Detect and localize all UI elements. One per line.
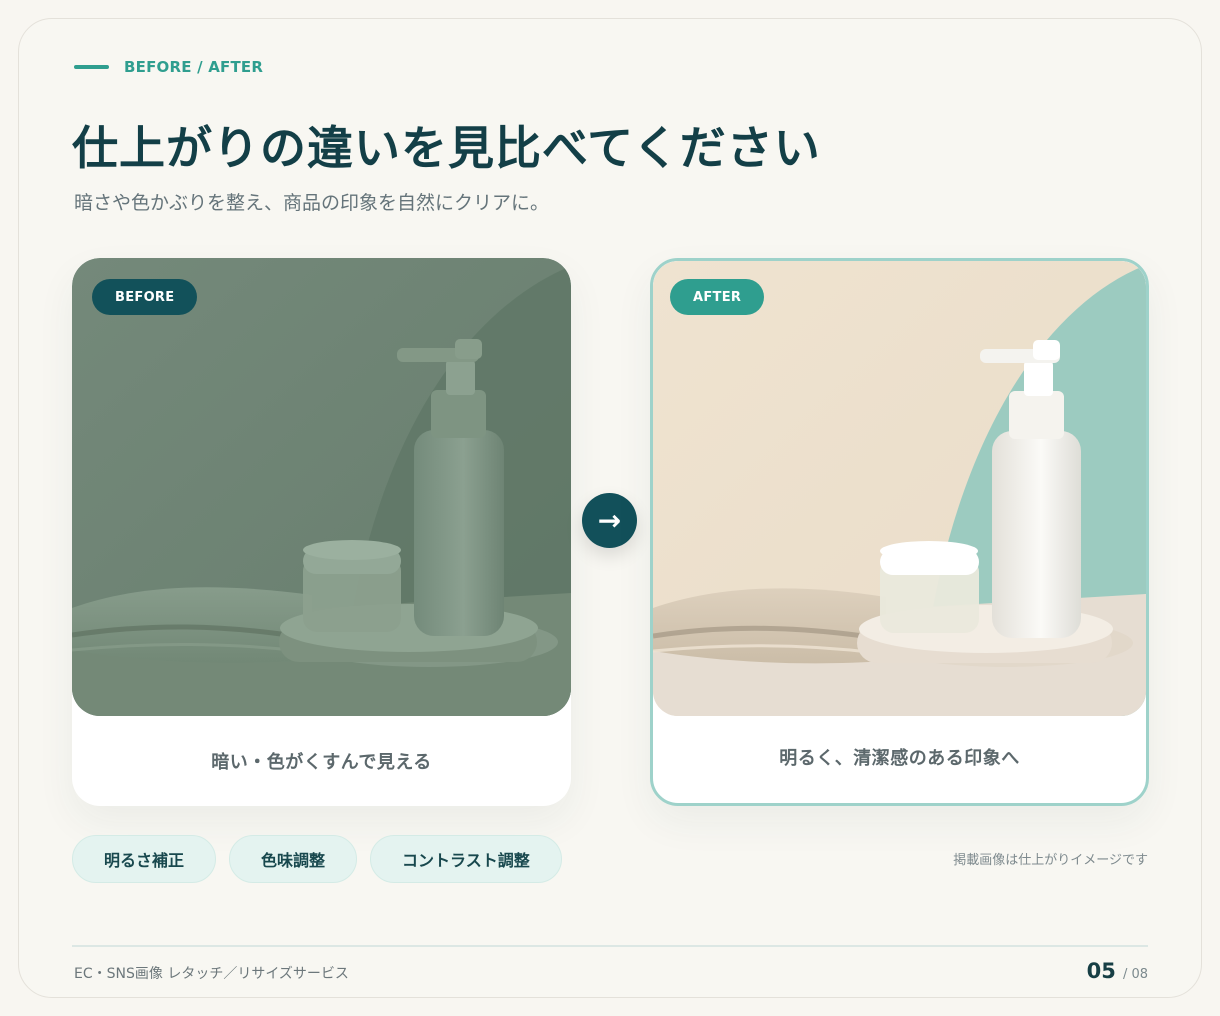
eyebrow-accent-line: [74, 65, 109, 69]
arrow-right-button[interactable]: →: [582, 493, 637, 548]
before-caption: 暗い・色がくすんで見える: [211, 752, 432, 773]
adjustment-chips: 明るさ補正 色味調整 コントラスト調整: [72, 835, 562, 883]
after-product-illustration: [653, 261, 1146, 716]
page-title: 仕上がりの違いを見比べてください: [72, 121, 821, 175]
after-panel: AFTER 明るく、清潔感のある印象へ: [650, 258, 1149, 806]
before-image: [72, 258, 571, 716]
chip-contrast-adjustment[interactable]: コントラスト調整: [370, 835, 562, 883]
after-badge: AFTER: [670, 279, 765, 315]
after-image: [653, 261, 1146, 716]
footer-divider: [72, 945, 1148, 947]
eyebrow: BEFORE / AFTER: [74, 58, 263, 76]
chip-color-adjustment[interactable]: 色味調整: [229, 835, 358, 883]
page-current-number: 05: [1086, 959, 1116, 983]
image-note: 掲載画像は仕上がりイメージです: [953, 853, 1148, 868]
after-caption: 明るく、清潔感のある印象へ: [779, 748, 1020, 769]
page-subtitle: 暗さや色かぶりを整え、商品の印象を自然にクリアに。: [74, 192, 550, 214]
eyebrow-label: BEFORE / AFTER: [124, 58, 264, 76]
chip-brightness-adjustment[interactable]: 明るさ補正: [72, 835, 217, 883]
before-panel: BEFORE 暗い・色がくすんで見える: [72, 258, 571, 806]
before-badge: BEFORE: [92, 279, 198, 315]
footer-service-name: EC・SNS画像 レタッチ／リサイズサービス: [74, 966, 349, 982]
page-indicator: 05 / 08: [1000, 959, 1148, 983]
page-total-count: / 08: [1122, 967, 1148, 982]
before-product-illustration: [72, 258, 571, 716]
arrow-right-icon: →: [597, 503, 622, 537]
